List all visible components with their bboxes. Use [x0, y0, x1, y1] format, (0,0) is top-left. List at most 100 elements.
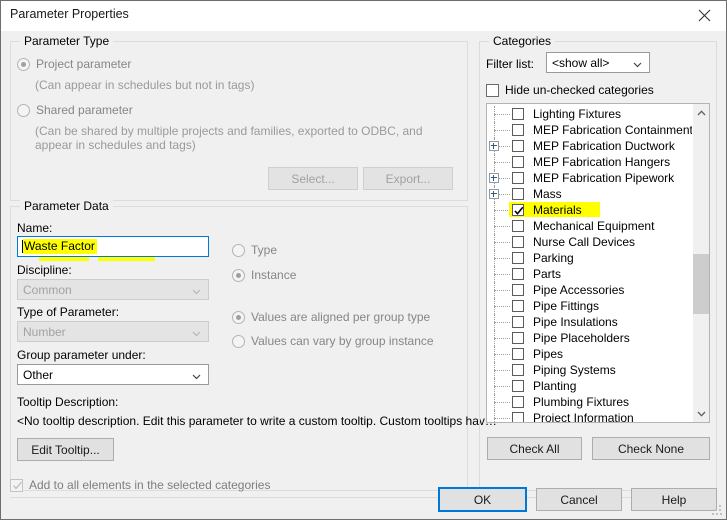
radio-indicator: [17, 57, 30, 71]
parameter-type-legend: Parameter Type: [20, 34, 114, 48]
categories-tree[interactable]: Lighting Fixtures MEP Fabrication Contain…: [486, 103, 710, 423]
hide-unchecked-checkbox[interactable]: Hide un-checked categories: [486, 83, 654, 97]
category-checkbox[interactable]: [512, 316, 524, 328]
group-parameter-label: Group parameter under:: [17, 348, 146, 362]
scroll-down-arrow-icon[interactable]: [693, 405, 709, 422]
category-row[interactable]: Parts: [487, 266, 686, 282]
category-row[interactable]: Lighting Fixtures: [487, 106, 686, 122]
category-row[interactable]: Pipe Insulations: [487, 314, 686, 330]
category-label: Pipes: [533, 347, 564, 361]
radio-shared-parameter-label: Shared parameter: [36, 103, 133, 117]
ok-button[interactable]: OK: [438, 487, 527, 512]
radio-instance-label: Instance: [251, 268, 297, 282]
radio-instance[interactable]: Instance: [232, 268, 296, 282]
radio-type[interactable]: Type: [232, 243, 277, 257]
category-row[interactable]: Mechanical Equipment: [487, 218, 686, 234]
category-row[interactable]: Piping Systems: [487, 362, 686, 378]
discipline-value: Common: [23, 282, 72, 297]
radio-values-vary-label: Values can vary by group instance: [251, 334, 434, 348]
radio-shared-parameter[interactable]: Shared parameter: [17, 103, 133, 117]
radio-project-parameter[interactable]: Project parameter: [17, 57, 131, 71]
category-checkbox[interactable]: [512, 412, 524, 422]
category-checkbox[interactable]: [512, 284, 524, 296]
type-of-parameter-value: Number: [23, 324, 66, 339]
category-checkbox[interactable]: [512, 204, 524, 216]
category-label: MEP Fabrication Containment: [533, 123, 693, 137]
category-label: Mechanical Equipment: [533, 219, 655, 233]
radio-indicator: [232, 268, 245, 282]
check-none-button[interactable]: Check None: [592, 437, 710, 460]
radio-project-parameter-label: Project parameter: [36, 57, 132, 71]
expand-plus-icon[interactable]: [489, 141, 499, 151]
category-checkbox[interactable]: [512, 140, 524, 152]
category-row[interactable]: Project Information: [487, 410, 686, 422]
scrollbar-thumb[interactable]: [693, 254, 709, 314]
discipline-combo[interactable]: Common: [17, 279, 209, 300]
category-checkbox[interactable]: [512, 268, 524, 280]
tree-branch-line: [494, 210, 510, 212]
category-row[interactable]: MEP Fabrication Pipework: [487, 170, 686, 186]
help-button[interactable]: Help: [631, 488, 717, 511]
tree-branch-line: [494, 386, 510, 388]
tree-branch-line: [494, 370, 510, 372]
expand-plus-icon[interactable]: [489, 173, 499, 183]
close-icon[interactable]: [682, 1, 726, 29]
category-row[interactable]: MEP Fabrication Hangers: [487, 154, 686, 170]
expand-plus-icon[interactable]: [489, 189, 499, 199]
tree-branch-line: [494, 130, 510, 132]
category-row[interactable]: MEP Fabrication Containment: [487, 122, 693, 138]
window-title: Parameter Properties: [10, 7, 129, 21]
category-checkbox[interactable]: [512, 364, 524, 376]
category-checkbox[interactable]: [512, 188, 524, 200]
category-row[interactable]: Pipe Placeholders: [487, 330, 686, 346]
category-checkbox[interactable]: [512, 220, 524, 232]
check-all-button[interactable]: Check All: [487, 437, 582, 460]
resize-grip[interactable]: [712, 505, 723, 516]
check-mark-icon: [12, 480, 23, 491]
category-row[interactable]: Nurse Call Devices: [487, 234, 686, 250]
radio-indicator: [232, 243, 245, 257]
edit-tooltip-button[interactable]: Edit Tooltip...: [17, 438, 114, 461]
category-checkbox[interactable]: [512, 396, 524, 408]
type-of-parameter-combo[interactable]: Number: [17, 321, 209, 342]
tooltip-description-label: Tooltip Description:: [17, 395, 119, 409]
category-row[interactable]: MEP Fabrication Ductwork: [487, 138, 686, 154]
category-checkbox[interactable]: [512, 332, 524, 344]
radio-values-vary[interactable]: Values can vary by group instance: [232, 334, 434, 348]
category-label: Pipe Placeholders: [533, 331, 630, 345]
category-row[interactable]: Pipe Accessories: [487, 282, 686, 298]
category-checkbox[interactable]: [512, 124, 524, 136]
name-input-value: Waste Factor: [23, 239, 97, 254]
scroll-up-arrow-icon[interactable]: [693, 104, 709, 121]
cancel-button[interactable]: Cancel: [536, 488, 622, 511]
category-row[interactable]: Plumbing Fixtures: [487, 394, 686, 410]
category-checkbox[interactable]: [512, 156, 524, 168]
tree-branch-line: [494, 242, 510, 244]
categories-scrollbar[interactable]: [692, 104, 709, 422]
group-parameter-combo[interactable]: Other: [17, 364, 209, 385]
check-mark-icon: [514, 206, 524, 215]
category-checkbox[interactable]: [512, 348, 524, 360]
category-row[interactable]: Materials: [487, 202, 686, 218]
category-checkbox[interactable]: [512, 252, 524, 264]
category-checkbox[interactable]: [512, 108, 524, 120]
category-checkbox[interactable]: [512, 172, 524, 184]
category-row[interactable]: Mass: [487, 186, 686, 202]
export-button[interactable]: Export...: [363, 167, 453, 190]
category-row[interactable]: Pipes: [487, 346, 686, 362]
add-to-all-elements-checkbox[interactable]: Add to all elements in the selected cate…: [10, 478, 270, 492]
shared-parameter-hint-line1: (Can be shared by multiple projects and …: [35, 124, 423, 138]
category-checkbox[interactable]: [512, 380, 524, 392]
category-row[interactable]: Pipe Fittings: [487, 298, 686, 314]
filter-list-combo[interactable]: <show all>: [546, 52, 650, 73]
category-row[interactable]: Planting: [487, 378, 686, 394]
select-button[interactable]: Select...: [268, 167, 358, 190]
checkbox-indicator: [10, 478, 23, 492]
radio-values-aligned[interactable]: Values are aligned per group type: [232, 310, 430, 324]
category-checkbox[interactable]: [512, 300, 524, 312]
category-checkbox[interactable]: [512, 236, 524, 248]
name-input[interactable]: Waste Factor: [17, 236, 209, 257]
name-label: Name:: [17, 221, 53, 235]
category-label: Planting: [533, 379, 577, 393]
category-row[interactable]: Parking: [487, 250, 686, 266]
